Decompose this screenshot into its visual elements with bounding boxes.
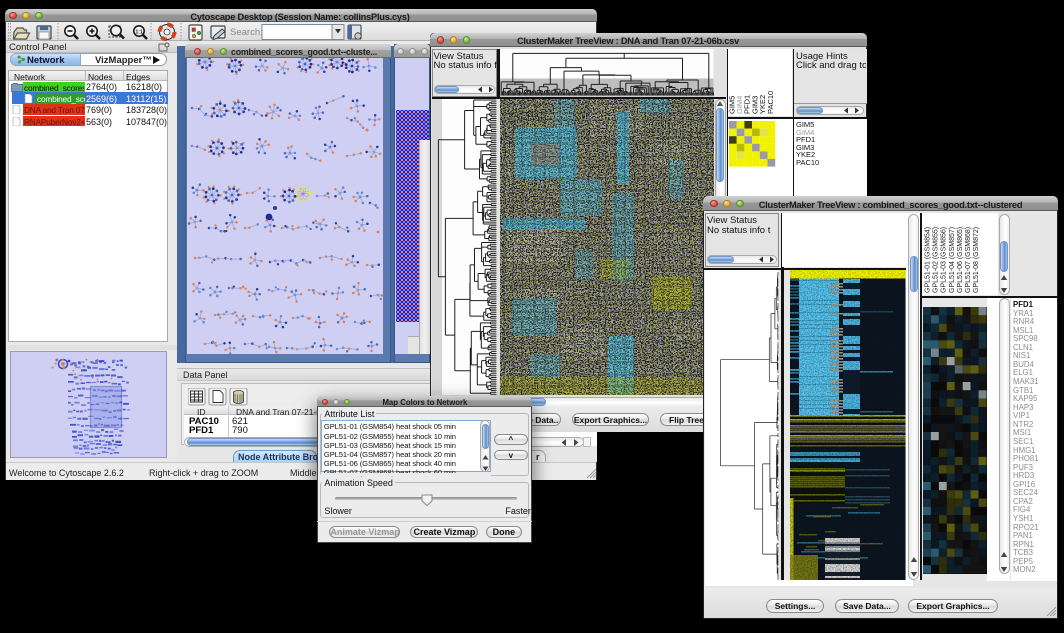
svg-text:GPL51-08 (GSM872): GPL51-08 (GSM872)	[973, 227, 980, 293]
svg-text:GPL51-02 (GSM855): GPL51-02 (GSM855)	[933, 227, 940, 293]
svg-text:GPL51-07 (GSM868): GPL51-07 (GSM868)	[965, 227, 972, 293]
svg-text:GPL51-03 (GSM856): GPL51-03 (GSM856)	[941, 227, 948, 293]
svg-text:Search:: Search:	[230, 27, 263, 38]
svg-text:GPL51-06 (GSM865): GPL51-06 (GSM865)	[957, 227, 964, 293]
svg-text:GPL51-04 (GSM857): GPL51-04 (GSM857)	[949, 227, 956, 293]
svg-text:1:1: 1:1	[136, 30, 143, 36]
svg-text:GPL51-01 (GSM854): GPL51-01 (GSM854)	[925, 227, 932, 293]
svg-text:PAC10: PAC10	[766, 91, 775, 114]
